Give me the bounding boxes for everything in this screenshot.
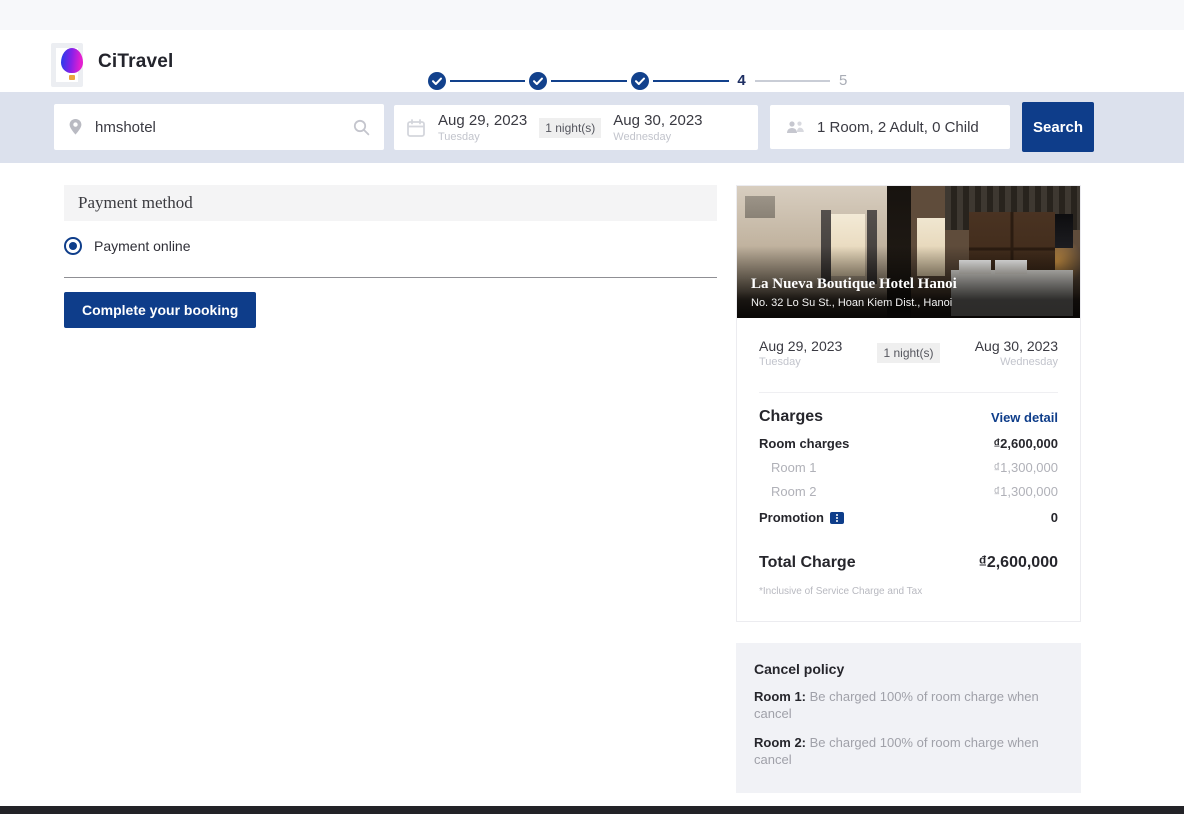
step-marker xyxy=(386,72,488,90)
payment-online-option[interactable]: Payment online xyxy=(64,237,191,255)
booking-card: La Nueva Boutique Hotel Hanoi No. 32 Lo … xyxy=(736,185,1081,622)
room2-row: Room 2 ₫1,300,000 xyxy=(759,484,1058,499)
step-marker xyxy=(488,72,590,90)
charges-note: *Inclusive of Service Charge and Tax xyxy=(759,586,922,597)
checkin-day: Tuesday xyxy=(438,131,527,143)
total-charge-value: ₫2,600,000 xyxy=(979,554,1058,572)
cancel-room2-label: Room 2: xyxy=(754,735,806,750)
cancel-policy-title: Cancel policy xyxy=(754,661,1063,677)
checkin-block: Aug 29, 2023 Tuesday xyxy=(438,112,527,143)
top-strip xyxy=(0,0,1184,30)
cancel-room1-label: Room 1: xyxy=(754,689,806,704)
checkin-date: Aug 29, 2023 xyxy=(438,112,527,129)
check-circle-icon xyxy=(529,72,547,90)
hotel-name: La Nueva Boutique Hotel Hanoi xyxy=(751,276,957,293)
step-marker: 5 xyxy=(792,72,894,90)
hotel-address: No. 32 Lo Su St., Hoan Kiem Dist., Hanoi xyxy=(751,297,952,309)
occupancy-field[interactable]: 1 Room, 2 Adult, 0 Child xyxy=(770,105,1010,149)
step-number: 5 xyxy=(839,72,847,90)
room1-value: ₫1,300,000 xyxy=(993,460,1058,475)
room2-label: Room 2 xyxy=(759,484,817,499)
cancel-policy-panel: Cancel policy Room 1: Be charged 100% of… xyxy=(736,643,1081,793)
card-checkin-date: Aug 29, 2023 xyxy=(759,338,842,354)
nights-badge: 1 night(s) xyxy=(539,118,601,138)
complete-booking-button[interactable]: Complete your booking xyxy=(64,292,256,328)
search-band: Aug 29, 2023 Tuesday 1 night(s) Aug 30, … xyxy=(0,92,1184,163)
card-nights-badge: 1 night(s) xyxy=(877,343,939,363)
card-checkout-day: Wednesday xyxy=(975,356,1058,368)
step-number: 4 xyxy=(737,72,745,90)
room-charges-label: Room charges xyxy=(759,436,849,451)
total-charge-label: Total Charge xyxy=(759,554,856,572)
cancel-policy-item: Room 2: Be charged 100% of room charge w… xyxy=(754,735,1054,769)
radio-dot xyxy=(69,242,77,250)
hotel-photo: La Nueva Boutique Hotel Hanoi No. 32 Lo … xyxy=(737,186,1080,318)
step-marker: 4 xyxy=(691,72,793,90)
step-marker xyxy=(589,72,691,90)
calendar-icon xyxy=(406,118,426,138)
card-checkin-day: Tuesday xyxy=(759,356,842,368)
brand-name: CiTravel xyxy=(98,51,174,73)
view-detail-link[interactable]: View detail xyxy=(991,410,1058,425)
section-divider xyxy=(64,277,717,278)
promotion-value: 0 xyxy=(1051,510,1058,525)
charges-header: Charges View detail xyxy=(759,408,1058,426)
people-icon xyxy=(786,120,805,135)
location-pin-icon xyxy=(68,118,83,136)
total-charge-row: Total Charge ₫2,600,000 xyxy=(759,554,1058,572)
checkout-day: Wednesday xyxy=(613,131,702,143)
promotion-label: Promotion xyxy=(759,510,824,525)
brand-logo-icon xyxy=(50,38,88,86)
payment-method-header: Payment method xyxy=(64,185,717,221)
room1-label: Room 1 xyxy=(759,460,817,475)
promotion-label-wrap: Promotion xyxy=(759,510,844,525)
charges-title: Charges xyxy=(759,408,823,426)
footer-bar xyxy=(0,806,1184,814)
hotel-search-input[interactable] xyxy=(93,118,343,137)
card-divider xyxy=(759,392,1058,393)
checkout-block: Aug 30, 2023 Wednesday xyxy=(613,112,702,143)
promotion-row: Promotion 0 xyxy=(759,510,1058,525)
balloon-basket-shape xyxy=(69,75,75,80)
brand[interactable]: CiTravel xyxy=(50,38,174,86)
check-circle-icon xyxy=(428,72,446,90)
cancel-policy-item: Room 1: Be charged 100% of room charge w… xyxy=(754,689,1054,723)
magnifier-icon[interactable] xyxy=(353,119,370,136)
header: CiTravel Select a hotel Find a Room xyxy=(0,30,1184,93)
card-checkout-block: Aug 30, 2023 Wednesday xyxy=(975,338,1058,368)
card-dates-row: Aug 29, 2023 Tuesday 1 night(s) Aug 30, … xyxy=(759,338,1058,368)
ticket-icon[interactable] xyxy=(830,512,844,524)
hotel-search-field[interactable] xyxy=(54,104,384,150)
card-checkout-date: Aug 30, 2023 xyxy=(975,338,1058,354)
room1-row: Room 1 ₫1,300,000 xyxy=(759,460,1058,475)
date-range-field[interactable]: Aug 29, 2023 Tuesday 1 night(s) Aug 30, … xyxy=(394,105,758,150)
card-checkin-block: Aug 29, 2023 Tuesday xyxy=(759,338,842,368)
checkout-date: Aug 30, 2023 xyxy=(613,112,702,129)
room-charges-row: Room charges ₫2,600,000 xyxy=(759,436,1058,451)
room-charges-value: ₫2,600,000 xyxy=(993,436,1058,451)
search-button[interactable]: Search xyxy=(1022,102,1094,152)
check-circle-icon xyxy=(631,72,649,90)
hot-air-balloon-icon xyxy=(61,48,83,73)
radio-selected[interactable] xyxy=(64,237,82,255)
room2-value: ₫1,300,000 xyxy=(993,484,1058,499)
occupancy-value: 1 Room, 2 Adult, 0 Child xyxy=(817,119,979,136)
payment-online-label: Payment online xyxy=(94,238,191,254)
